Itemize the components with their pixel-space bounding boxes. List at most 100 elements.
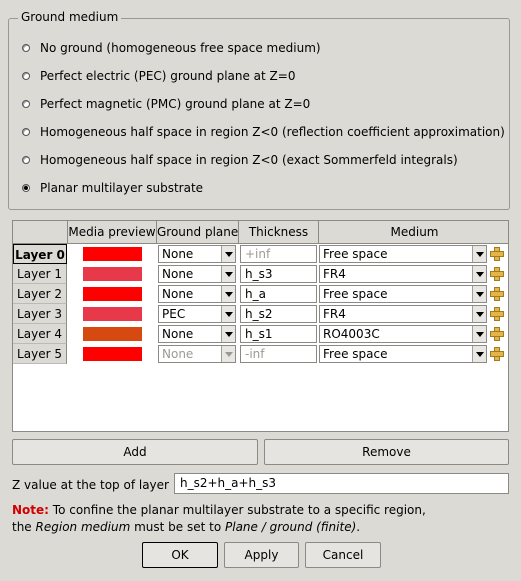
chevron-down-icon[interactable] xyxy=(221,306,235,322)
row-header[interactable]: Layer 4 xyxy=(13,324,67,344)
medium-value: RO4003C xyxy=(323,327,380,341)
ground-plane-select[interactable]: None xyxy=(158,265,236,283)
ground-plane-select[interactable]: None xyxy=(158,325,236,343)
ground-option-1[interactable]: Perfect electric (PEC) ground plane at Z… xyxy=(22,68,295,84)
medium-select[interactable]: Free space xyxy=(319,285,487,303)
cancel-label: Cancel xyxy=(322,548,364,562)
apply-label: Apply xyxy=(244,548,279,562)
medium-value: FR4 xyxy=(323,267,346,281)
ground-plane-select[interactable]: PEC xyxy=(158,305,236,323)
z-value-label: Z value at the top of layer 1 xyxy=(12,478,181,492)
radio-label: Perfect electric (PEC) ground plane at Z… xyxy=(40,69,296,83)
thickness-input[interactable]: -inf xyxy=(240,345,317,363)
add-medium-icon[interactable] xyxy=(489,306,505,322)
header-medium: Medium xyxy=(390,225,439,239)
radio-label: Planar multilayer substrate xyxy=(40,181,204,195)
ground-plane-value: None xyxy=(162,247,194,261)
radio-button[interactable] xyxy=(22,72,30,80)
ground-option-5[interactable]: Planar multilayer substrate xyxy=(22,180,203,196)
media-preview-swatch xyxy=(83,307,142,321)
ground-option-2[interactable]: Perfect magnetic (PMC) ground plane at Z… xyxy=(22,96,310,112)
ok-button[interactable]: OK xyxy=(142,542,218,568)
chevron-down-icon[interactable] xyxy=(472,286,486,302)
chevron-down-icon[interactable] xyxy=(221,286,235,302)
table-header: Media preview Ground plane Thickness Med… xyxy=(13,221,508,244)
ground-plane-select[interactable]: None xyxy=(158,285,236,303)
table-row[interactable]: Layer 5 None -inf Free space xyxy=(13,344,510,364)
thickness-input[interactable]: h_s2 xyxy=(240,305,317,323)
radio-button[interactable] xyxy=(22,44,30,52)
ground-plane-value: None xyxy=(162,267,194,281)
chevron-down-icon[interactable] xyxy=(221,326,235,342)
ground-plane-select[interactable]: None xyxy=(158,245,236,263)
medium-value: FR4 xyxy=(323,307,346,321)
media-preview-swatch xyxy=(83,267,142,281)
radio-label: Perfect magnetic (PMC) ground plane at Z… xyxy=(40,97,311,111)
thickness-input[interactable]: h_s1 xyxy=(240,325,317,343)
thickness-input[interactable]: h_s3 xyxy=(240,265,317,283)
chevron-down-icon[interactable] xyxy=(472,266,486,282)
chevron-down-icon[interactable] xyxy=(221,346,235,362)
add-button[interactable]: Add xyxy=(12,439,258,465)
chevron-down-icon[interactable] xyxy=(221,266,235,282)
chevron-down-icon[interactable] xyxy=(472,246,486,262)
medium-select[interactable]: FR4 xyxy=(319,305,487,323)
add-medium-icon[interactable] xyxy=(489,346,505,362)
thickness-input[interactable]: h_a xyxy=(240,285,317,303)
add-medium-icon[interactable] xyxy=(489,246,505,262)
table-row[interactable]: Layer 4 None h_s1 RO4003C xyxy=(13,324,510,344)
row-header[interactable]: Layer 0 xyxy=(13,244,67,264)
ground-medium-title: Ground medium xyxy=(18,10,122,24)
note-line1: To confine the planar multilayer substra… xyxy=(48,503,426,517)
radio-button[interactable] xyxy=(22,100,30,108)
note-text: Note: To confine the planar multilayer s… xyxy=(12,502,426,536)
chevron-down-icon[interactable] xyxy=(221,246,235,262)
table-row[interactable]: Layer 0 None +inf Free space xyxy=(13,244,510,264)
chevron-down-icon[interactable] xyxy=(472,326,486,342)
medium-value: Free space xyxy=(323,247,388,261)
medium-select[interactable]: Free space xyxy=(319,245,487,263)
table-row[interactable]: Layer 2 None h_a Free space xyxy=(13,284,510,304)
radio-label: Homogeneous half space in region Z<0 (re… xyxy=(40,125,505,139)
row-header[interactable]: Layer 1 xyxy=(13,264,67,284)
note-region-medium: Region medium xyxy=(35,520,131,534)
media-preview-swatch xyxy=(83,347,142,361)
note-line2-c: must be set to xyxy=(130,520,225,534)
medium-select[interactable]: RO4003C xyxy=(319,325,487,343)
ground-option-3[interactable]: Homogeneous half space in region Z<0 (re… xyxy=(22,124,505,140)
media-preview-swatch xyxy=(83,327,142,341)
row-header[interactable]: Layer 3 xyxy=(13,304,67,324)
media-preview-swatch xyxy=(83,247,142,261)
chevron-down-icon[interactable] xyxy=(472,306,486,322)
thickness-input[interactable]: +inf xyxy=(240,245,317,263)
header-corner xyxy=(13,221,68,243)
row-header[interactable]: Layer 2 xyxy=(13,284,67,304)
row-header[interactable]: Layer 5 xyxy=(13,344,67,364)
apply-button[interactable]: Apply xyxy=(224,542,299,568)
ground-option-0[interactable]: No ground (homogeneous free space medium… xyxy=(22,40,321,56)
add-medium-icon[interactable] xyxy=(489,326,505,342)
add-medium-icon[interactable] xyxy=(489,286,505,302)
radio-label: Homogeneous half space in region Z<0 (ex… xyxy=(40,153,458,167)
note-line2-e: . xyxy=(356,520,361,534)
layer-table: Media preview Ground plane Thickness Med… xyxy=(12,220,509,432)
medium-value: Free space xyxy=(323,347,388,361)
ground-plane-select[interactable]: None xyxy=(158,345,236,363)
medium-select[interactable]: Free space xyxy=(319,345,487,363)
radio-button[interactable] xyxy=(22,156,30,164)
header-media-preview: Media preview xyxy=(68,221,157,243)
media-preview-swatch xyxy=(83,287,142,301)
table-row[interactable]: Layer 1 None h_s3 FR4 xyxy=(13,264,510,284)
chevron-down-icon[interactable] xyxy=(472,346,486,362)
cancel-button[interactable]: Cancel xyxy=(305,542,381,568)
ground-option-4[interactable]: Homogeneous half space in region Z<0 (ex… xyxy=(22,152,458,168)
remove-button[interactable]: Remove xyxy=(264,439,509,465)
note-line2-a: the xyxy=(12,520,36,534)
radio-button[interactable] xyxy=(22,128,30,136)
medium-select[interactable]: FR4 xyxy=(319,265,487,283)
add-medium-icon[interactable] xyxy=(489,266,505,282)
radio-button[interactable] xyxy=(22,184,30,192)
note-plane-ground: Plane / ground (finite) xyxy=(225,520,357,534)
z-value-input[interactable]: h_s2+h_a+h_s3 xyxy=(174,473,509,494)
table-row[interactable]: Layer 3 PEC h_s2 FR4 xyxy=(13,304,510,324)
